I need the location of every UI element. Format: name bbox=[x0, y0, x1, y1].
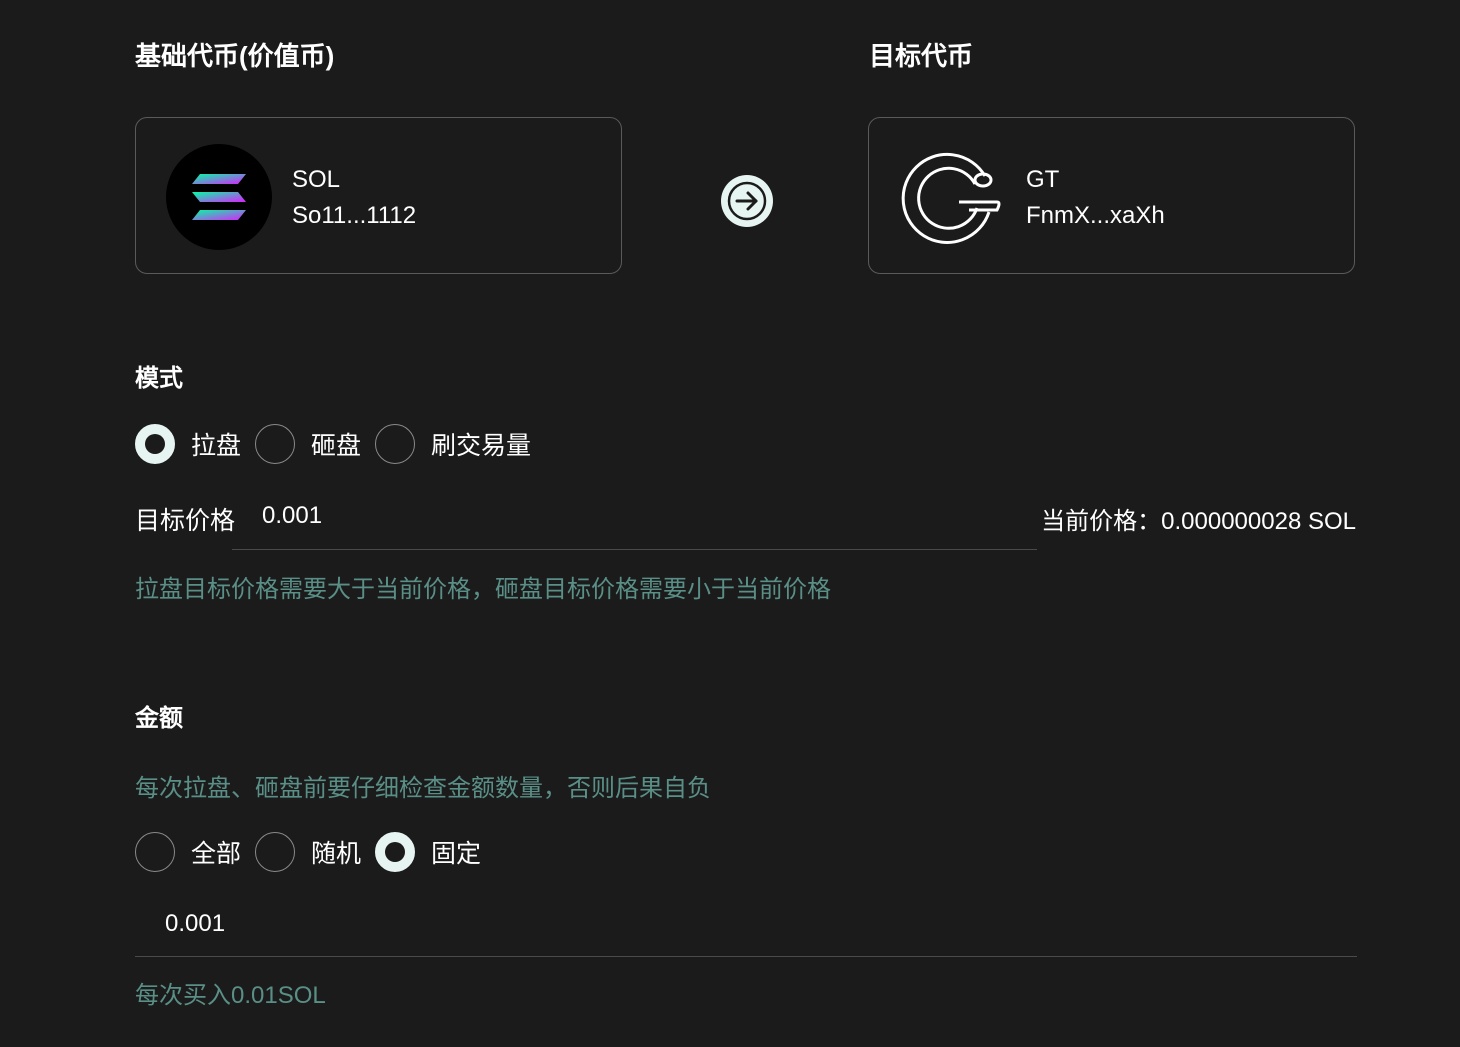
target-token-card[interactable]: GT FnmX...xaXh bbox=[868, 117, 1355, 274]
mode-option-label: 砸盘 bbox=[311, 432, 362, 460]
base-token-title: 基础代币(价值币) bbox=[135, 41, 335, 71]
radio-checked-icon[interactable] bbox=[375, 832, 416, 872]
base-token-symbol: SOL bbox=[292, 166, 341, 193]
amount-option-label: 全部 bbox=[191, 840, 242, 868]
mode-option-label: 刷交易量 bbox=[431, 432, 532, 460]
radio-checked-icon[interactable] bbox=[135, 424, 175, 464]
amount-radio-group: 全部 随机 固定 bbox=[135, 832, 495, 872]
current-price-text: 当前价格：0.000000028 SOL bbox=[1041, 508, 1356, 535]
amount-underline bbox=[135, 956, 1357, 957]
amount-input[interactable] bbox=[165, 910, 1345, 938]
amount-warning: 每次拉盘、砸盘前要仔细检查金额数量，否则后果自负 bbox=[135, 775, 711, 802]
mode-radio-group: 拉盘 砸盘 刷交易量 bbox=[135, 424, 545, 464]
amount-option-label: 随机 bbox=[311, 840, 362, 868]
radio-unchecked-icon[interactable] bbox=[135, 832, 175, 872]
target-token-symbol: GT bbox=[1026, 166, 1060, 193]
base-token-card[interactable]: SOL So11...1112 bbox=[135, 117, 622, 274]
amount-title: 金额 bbox=[135, 705, 183, 732]
mode-option-pump[interactable]: 拉盘 bbox=[135, 424, 241, 464]
radio-unchecked-icon[interactable] bbox=[255, 424, 296, 464]
arrow-right-icon[interactable] bbox=[721, 175, 773, 227]
target-price-input[interactable] bbox=[262, 502, 1022, 530]
mode-option-label: 拉盘 bbox=[191, 432, 242, 460]
target-price-hint: 拉盘目标价格需要大于当前价格，砸盘目标价格需要小于当前价格 bbox=[135, 576, 831, 603]
target-token-address: FnmX...xaXh bbox=[1026, 202, 1165, 229]
amount-option-label: 固定 bbox=[431, 840, 482, 868]
mode-title: 模式 bbox=[135, 365, 183, 392]
amount-option-fixed[interactable]: 固定 bbox=[375, 832, 481, 872]
target-price-label: 目标价格 bbox=[135, 507, 236, 535]
amount-option-random[interactable]: 随机 bbox=[255, 832, 361, 872]
gt-logo-icon bbox=[897, 146, 1001, 250]
amount-option-all[interactable]: 全部 bbox=[135, 832, 241, 872]
target-price-underline bbox=[232, 549, 1037, 550]
mode-option-volume[interactable]: 刷交易量 bbox=[375, 424, 531, 464]
target-token-title: 目标代币 bbox=[869, 41, 974, 71]
solana-logo-icon bbox=[166, 144, 272, 250]
mode-option-dump[interactable]: 砸盘 bbox=[255, 424, 361, 464]
base-token-address: So11...1112 bbox=[292, 202, 417, 229]
radio-unchecked-icon[interactable] bbox=[375, 424, 416, 464]
radio-unchecked-icon[interactable] bbox=[255, 832, 296, 872]
amount-hint: 每次买入0.01SOL bbox=[135, 982, 326, 1009]
